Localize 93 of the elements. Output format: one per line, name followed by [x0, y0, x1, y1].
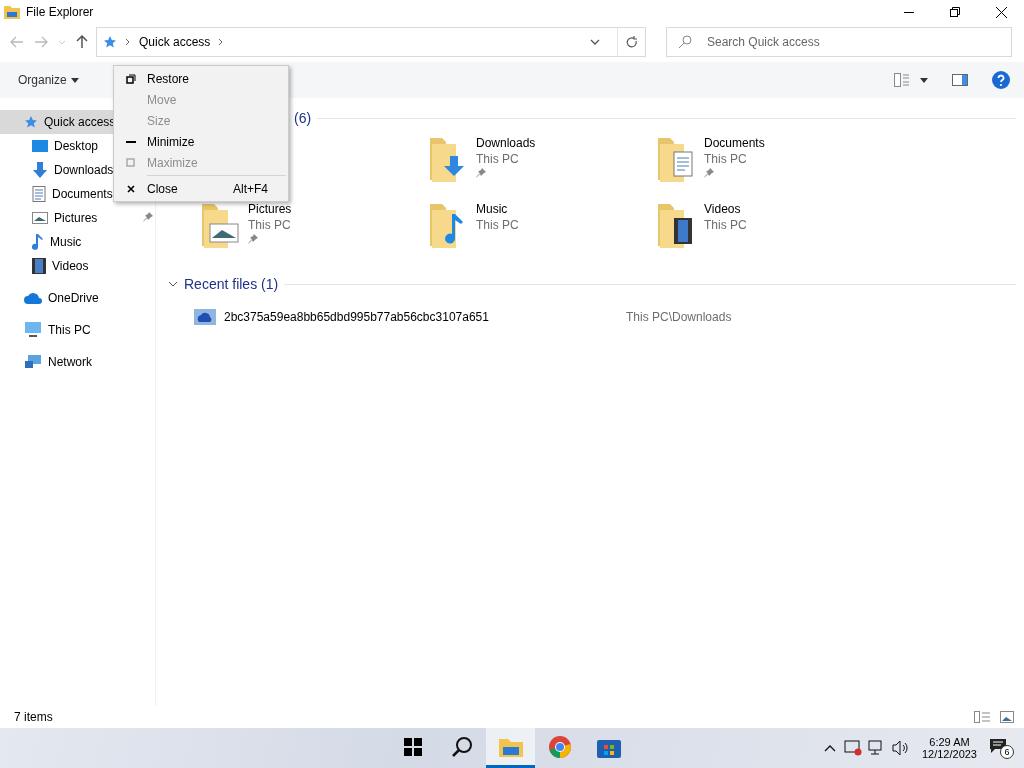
sidebar-item[interactable]: Music	[0, 230, 155, 254]
pin-icon	[704, 168, 714, 178]
maximize-icon	[126, 158, 135, 167]
folder-location: This PC	[476, 218, 519, 232]
pin-icon	[143, 212, 153, 222]
preview-pane-icon	[952, 74, 968, 86]
minimize-icon	[904, 11, 914, 13]
menu-item[interactable]: Minimize	[114, 131, 288, 152]
caret-icon	[920, 77, 928, 83]
folder-name: Pictures	[248, 202, 292, 216]
monitor-alert-icon[interactable]	[843, 740, 862, 756]
view-options-button[interactable]	[892, 71, 930, 89]
chevron-up-icon	[823, 744, 836, 752]
picture-icon	[1000, 711, 1014, 723]
folder-name: Music	[476, 202, 509, 216]
star-icon	[24, 115, 38, 129]
music-note-icon	[32, 234, 44, 250]
sidebar-item[interactable]: Videos	[0, 254, 155, 278]
pin-icon	[476, 168, 486, 178]
file-name[interactable]: 2bc375a59ea8bb65dbd995b77ab56cbc3107a651	[224, 310, 626, 324]
file-thumbnail-icon	[194, 309, 216, 325]
sidebar-item[interactable]: OneDrive	[0, 286, 155, 310]
notification-count: 6	[1000, 744, 1014, 759]
down-arrow-icon	[32, 162, 48, 178]
sidebar-item[interactable]: This PC	[0, 318, 155, 342]
chevron-down-icon	[590, 39, 600, 45]
help-icon	[992, 71, 1010, 89]
organize-menu[interactable]: Organize	[18, 73, 79, 87]
sidebar-item[interactable]: Network	[0, 350, 155, 374]
time-text: 6:29 AM	[929, 736, 970, 748]
menu-item[interactable]: Close Alt+F4	[114, 178, 288, 199]
message-icon	[989, 737, 1007, 754]
pin-icon	[248, 234, 258, 244]
folder-tile[interactable]: Pictures This PC	[200, 200, 428, 256]
address-bar[interactable]: Quick access	[96, 27, 646, 57]
caret-icon	[70, 77, 79, 83]
restore-icon	[125, 73, 136, 84]
folder-icon	[4, 5, 20, 19]
cloud-icon	[24, 292, 42, 304]
document-icon	[32, 186, 46, 202]
folder-location: This PC	[476, 152, 520, 166]
restore-icon	[950, 7, 960, 17]
folder-tile[interactable]: Documents This PC	[656, 134, 884, 190]
star-icon	[103, 35, 117, 49]
date-text: 12/12/2023	[921, 748, 977, 760]
film-icon	[32, 258, 46, 274]
close-icon	[126, 184, 135, 193]
windows-logo-icon	[403, 737, 422, 756]
network-icon	[24, 354, 42, 370]
search-field[interactable]: Search Quick access	[666, 27, 1012, 57]
breadcrumb[interactable]: Quick access	[139, 35, 211, 49]
item-count: 7 items	[14, 710, 53, 724]
notification-button[interactable]: 6	[989, 737, 1014, 759]
folder-tile[interactable]: Music This PC	[428, 200, 656, 256]
computer-icon	[24, 322, 42, 338]
close-icon	[995, 6, 1007, 18]
folder-tile[interactable]: Videos This PC	[656, 200, 884, 256]
preview-pane-button[interactable]	[950, 72, 970, 88]
folder-name: Documents	[704, 136, 765, 150]
speaker-icon[interactable]	[891, 740, 910, 756]
help-button[interactable]	[990, 69, 1012, 91]
left-arrow-icon	[10, 36, 24, 48]
refresh-icon	[625, 35, 638, 49]
folder-location: This PC	[704, 218, 747, 232]
file-location: This PC\Downloads	[626, 310, 732, 324]
folder-name: Videos	[704, 202, 742, 216]
clock[interactable]: 6:29 AM 12/12/2023	[921, 736, 977, 760]
monitor-icon	[32, 139, 48, 153]
up-arrow-icon	[76, 35, 88, 49]
chevron-down-icon	[168, 281, 178, 287]
folder-location: This PC	[704, 152, 748, 166]
chevron-right-icon	[125, 38, 131, 46]
large-icons-view-button[interactable]	[998, 709, 1016, 725]
chevron-down-icon	[58, 39, 66, 45]
folder-location: This PC	[248, 218, 292, 232]
chevron-right-icon	[218, 38, 225, 46]
details-view-button[interactable]	[972, 709, 992, 725]
details-view-icon	[894, 73, 910, 87]
right-arrow-icon	[34, 36, 48, 48]
section-header[interactable]: Recent files (1)	[184, 276, 279, 292]
menu-item[interactable]: Restore	[114, 68, 288, 89]
picture-icon	[32, 212, 48, 224]
section-header[interactable]: (6)	[294, 110, 312, 126]
search-icon	[678, 35, 692, 49]
search-icon	[450, 735, 473, 758]
up-button[interactable]	[74, 33, 90, 51]
folder-name: Downloads	[476, 136, 536, 150]
folder-tile[interactable]: Downloads This PC	[428, 134, 656, 190]
details-view-icon	[974, 711, 990, 723]
folder-icon	[498, 736, 523, 757]
browser-logo-icon	[547, 734, 572, 759]
window-title: File Explorer	[26, 5, 94, 19]
sidebar-item[interactable]: Pictures	[0, 206, 155, 230]
